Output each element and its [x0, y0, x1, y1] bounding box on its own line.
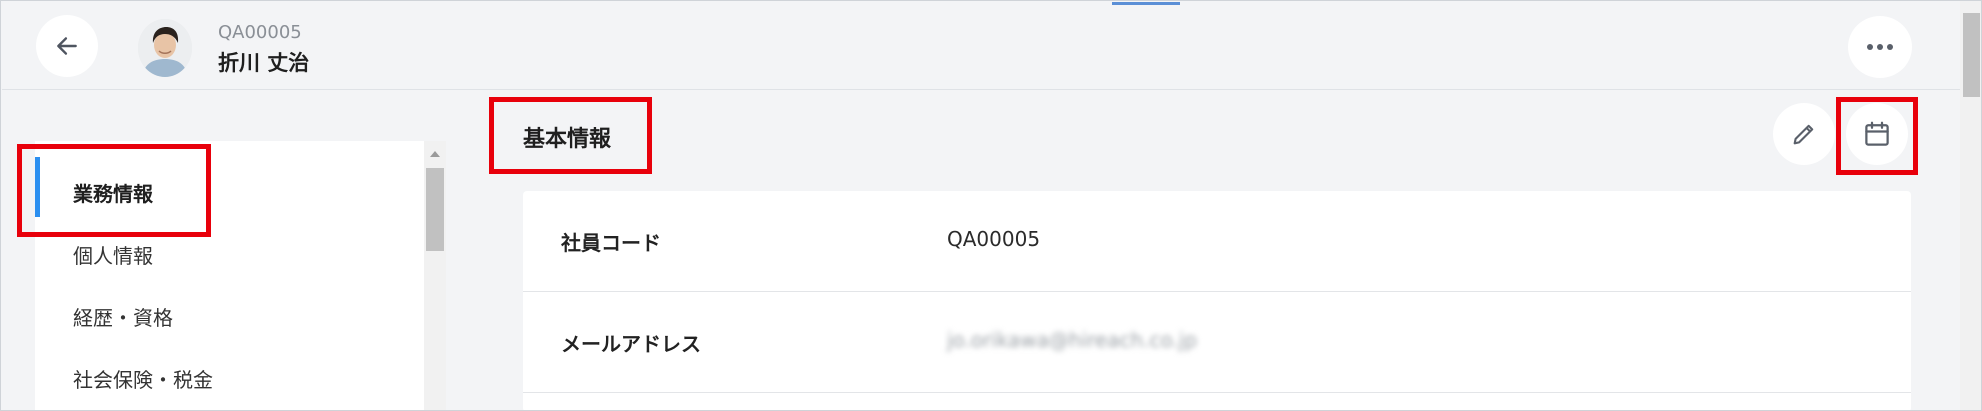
back-button[interactable] — [36, 15, 98, 77]
sidebar-item-career-qualifications[interactable]: 経歴・資格 — [73, 302, 173, 331]
field-value: jo.orikawa@hireach.co.jp — [947, 328, 1198, 352]
highlight-box — [1836, 97, 1918, 175]
sidebar-item-insurance-tax[interactable]: 社会保険・税金 — [73, 364, 213, 393]
highlight-box — [489, 97, 652, 174]
top-indicator — [1112, 2, 1180, 5]
sidebar-scrollbar[interactable] — [424, 141, 446, 410]
sidebar-item-personal-info[interactable]: 個人情報 — [73, 240, 153, 269]
edit-button[interactable] — [1773, 103, 1835, 165]
scroll-up-arrow-icon[interactable] — [430, 151, 440, 157]
employee-name: 折川 丈治 — [218, 51, 310, 75]
scrollbar-thumb[interactable] — [1963, 13, 1980, 97]
highlight-box — [17, 144, 211, 237]
field-label: メールアドレス — [561, 332, 701, 356]
employee-code: QA00005 — [218, 22, 302, 43]
field-row: メールアドレス jo.orikawa@hireach.co.jp — [523, 292, 1911, 393]
app-window: QA00005 折川 丈治 業務情報 個人情報 経歴・資格 社会保険・税金 基本… — [0, 0, 1982, 411]
ellipsis-icon — [1867, 44, 1893, 50]
window-scrollbar[interactable] — [1960, 1, 1981, 410]
field-row: 社員コード QA00005 — [523, 191, 1911, 292]
employee-header: QA00005 折川 丈治 — [2, 2, 1960, 90]
scrollbar-thumb[interactable] — [426, 168, 444, 251]
basic-info-card: 社員コード QA00005 メールアドレス jo.orikawa@hireach… — [523, 191, 1911, 410]
field-label: 社員コード — [561, 231, 661, 255]
avatar — [138, 19, 192, 77]
arrow-left-icon — [57, 37, 77, 55]
more-options-button[interactable] — [1848, 16, 1912, 78]
field-value: QA00005 — [947, 227, 1041, 251]
pencil-icon — [1793, 124, 1814, 145]
